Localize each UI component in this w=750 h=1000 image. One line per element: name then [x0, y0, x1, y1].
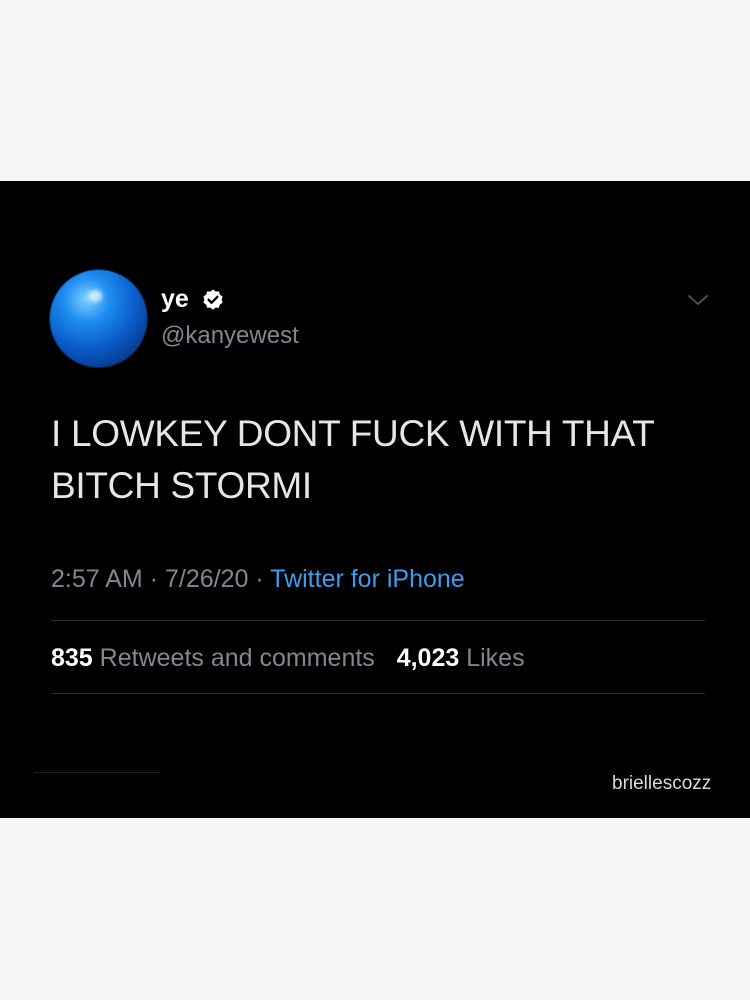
- avatar-highlight: [88, 290, 102, 302]
- tweet-meta: 2:57 AM · 7/26/20 · Twitter for iPhone: [51, 563, 465, 595]
- avatar[interactable]: [50, 270, 147, 367]
- likes-count[interactable]: 4,023: [397, 644, 460, 672]
- meta-separator: ·: [149, 565, 159, 593]
- tweet-date[interactable]: 7/26/20: [165, 565, 248, 593]
- watermark: briellescozz: [612, 773, 712, 794]
- retweets-label[interactable]: Retweets and comments: [100, 644, 375, 672]
- tweet-stats: 835 Retweets and comments 4,023 Likes: [51, 642, 525, 674]
- retweets-count[interactable]: 835: [51, 644, 93, 672]
- tweet-text: I LOWKEY DONT FUCK WITH THAT BITCH STORM…: [51, 413, 654, 506]
- divider: [51, 620, 705, 621]
- divider: [51, 693, 705, 694]
- display-name[interactable]: ye: [161, 284, 189, 314]
- user-handle[interactable]: @kanyewest: [161, 321, 299, 351]
- divider: [34, 772, 160, 773]
- tweet-time: 2:57 AM: [51, 565, 143, 593]
- verified-badge-icon: [203, 289, 223, 310]
- chevron-down-icon[interactable]: [686, 290, 710, 310]
- meta-separator: ·: [255, 565, 264, 593]
- tweet-source-link[interactable]: Twitter for iPhone: [270, 565, 465, 593]
- likes-label[interactable]: Likes: [466, 644, 524, 672]
